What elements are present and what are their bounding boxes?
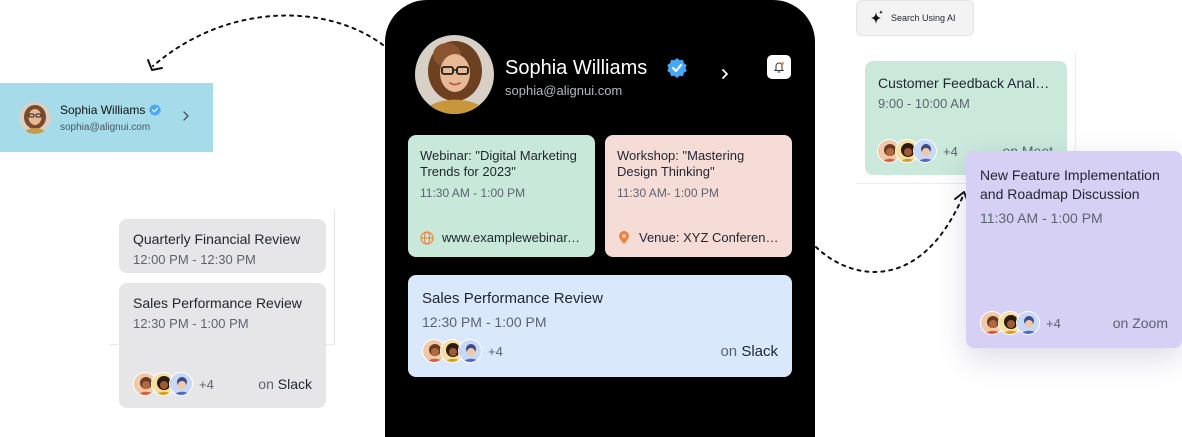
event-title: Webinar: "Digital Marketing Trends for 2… xyxy=(420,148,577,179)
meeting-platform: on Zoom xyxy=(1112,315,1168,331)
event-time: 9:00 - 10:00 AM xyxy=(878,96,970,111)
webinar-link[interactable]: www.examplewebinar.com xyxy=(442,230,583,245)
profile-name: Sophia Williams xyxy=(505,57,648,79)
event-card-workshop[interactable]: Workshop: "Mastering Design Thinking" 11… xyxy=(605,135,792,257)
mini-profile-card[interactable]: Sophia Williams sophia@alignui.com xyxy=(0,83,213,152)
verified-icon xyxy=(667,58,687,78)
attendee-avatars: +4 xyxy=(133,372,214,396)
extra-attendees-count: +4 xyxy=(943,143,958,159)
avatar xyxy=(19,101,51,134)
event-card-webinar[interactable]: Webinar: "Digital Marketing Trends for 2… xyxy=(408,135,595,257)
extra-attendees-count: +4 xyxy=(1046,315,1061,331)
event-title: New Feature Implementation and Roadmap D… xyxy=(980,167,1160,202)
event-title: Workshop: "Mastering Design Thinking" xyxy=(617,148,745,179)
event-time: 11:30 AM - 1:00 PM xyxy=(980,210,1103,226)
platform-prefix: on xyxy=(258,376,274,392)
event-title: Sales Performance Review xyxy=(133,295,302,311)
chevron-right-icon[interactable] xyxy=(180,109,192,123)
bell-icon xyxy=(773,62,785,73)
mini-profile-email: sophia@alignui.com xyxy=(60,121,151,133)
search-using-ai-button[interactable]: Search Using AI xyxy=(856,0,974,36)
platform-prefix: on xyxy=(720,342,738,360)
avatar xyxy=(458,339,482,363)
divider xyxy=(856,183,966,184)
platform-name: Slack xyxy=(277,376,312,392)
event-time: 12:30 PM - 1:00 PM xyxy=(422,314,547,330)
notification-button[interactable] xyxy=(767,55,791,79)
event-title: Customer Feedback Analysis xyxy=(878,75,1054,91)
event-title: Quarterly Financial Review xyxy=(133,231,301,247)
chevron-right-icon[interactable] xyxy=(719,67,731,81)
divider xyxy=(1075,52,1076,152)
attendee-avatars: +4 xyxy=(877,139,958,163)
workshop-venue: Venue: XYZ Conference Center xyxy=(639,230,780,245)
event-card-sales-performance-review[interactable]: Sales Performance Review 12:30 PM - 1:00… xyxy=(119,283,326,408)
event-time: 12:00 PM - 12:30 PM xyxy=(133,252,256,267)
location-pin-icon xyxy=(619,230,629,244)
attendee-avatars: +4 xyxy=(980,311,1061,335)
avatar xyxy=(415,35,494,114)
attendee-avatars: +4 xyxy=(422,339,503,363)
globe-icon xyxy=(420,230,434,245)
extra-attendees-count: +4 xyxy=(488,343,503,359)
verified-icon xyxy=(149,103,162,116)
event-time: 12:30 PM - 1:00 PM xyxy=(133,316,249,331)
mini-profile-name: Sophia Williams xyxy=(60,102,146,117)
sparkle-icon xyxy=(871,10,883,24)
avatar xyxy=(169,372,193,396)
event-time: 11:30 AM- 1:00 PM xyxy=(617,186,719,200)
meeting-platform: on Slack xyxy=(720,343,778,360)
event-card-new-feature-implementation[interactable]: New Feature Implementation and Roadmap D… xyxy=(966,151,1182,348)
profile-email: sophia@alignui.com xyxy=(505,83,623,98)
event-card-quarterly-financial-review[interactable]: Quarterly Financial Review 12:00 PM - 12… xyxy=(119,219,326,273)
platform-name: Slack xyxy=(741,342,778,360)
event-title: Sales Performance Review xyxy=(422,290,603,307)
avatar xyxy=(913,139,937,163)
extra-attendees-count: +4 xyxy=(199,376,214,392)
avatar xyxy=(1016,311,1040,335)
event-time: 11:30 AM - 1:00 PM xyxy=(420,186,526,200)
meeting-platform: on Slack xyxy=(258,376,312,392)
divider xyxy=(334,210,335,345)
search-using-ai-label: Search Using AI xyxy=(891,13,956,23)
event-card-sales-performance-review[interactable]: Sales Performance Review 12:30 PM - 1:00… xyxy=(408,275,792,377)
